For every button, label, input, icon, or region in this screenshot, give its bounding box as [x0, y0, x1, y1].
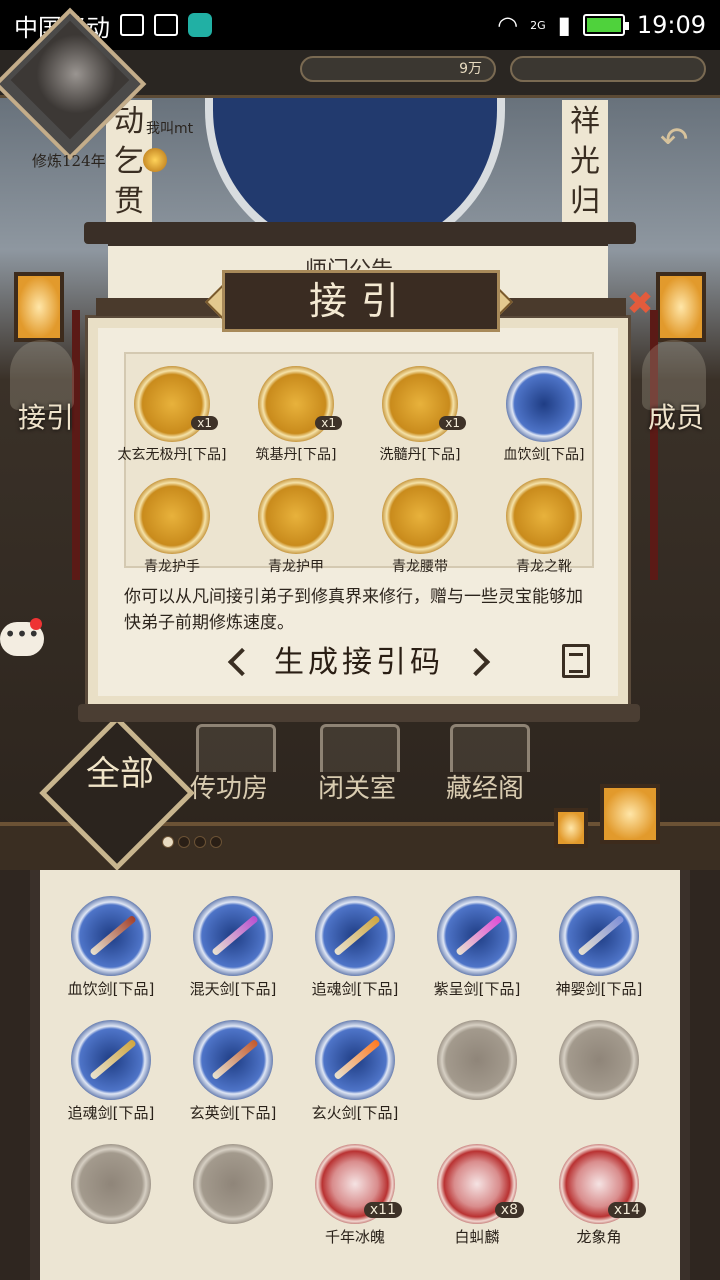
modal-base — [78, 704, 640, 722]
reward-item-icon — [258, 366, 334, 442]
reward-item[interactable]: 青龙护甲 — [234, 474, 358, 578]
reward-item-name: 青龙腰带 — [392, 559, 448, 575]
reward-item-icon — [134, 478, 210, 554]
generate-code-button[interactable]: 生成接引码 — [230, 642, 488, 686]
reward-grid: x1 太玄无极丹[下品] x1 筑基丹[下品] x1 洗髓丹[下品] 血饮剑[下品] 青龙护手… — [110, 362, 606, 578]
network-label: 2G — [530, 18, 546, 32]
modal-title: 接引 — [222, 270, 500, 332]
reward-item[interactable]: 青龙护手 — [110, 474, 234, 578]
clock: 19:09 — [636, 11, 706, 39]
reward-item-name: 筑基丹[下品] — [255, 447, 337, 463]
reward-item-name: 洗髓丹[下品] — [379, 447, 461, 463]
reward-item[interactable]: x1 筑基丹[下品] — [234, 362, 358, 466]
wifi-icon: ◠ — [497, 11, 519, 39]
document-icon[interactable] — [562, 644, 590, 678]
reward-item-count: x1 — [191, 416, 218, 430]
reward-item-name: 血饮剑[下品] — [503, 447, 585, 463]
app-icon — [188, 13, 212, 37]
reward-item-name: 青龙护手 — [144, 559, 200, 575]
keyboard-icon — [154, 14, 178, 36]
reward-item-icon — [134, 366, 210, 442]
reward-item-icon — [382, 478, 458, 554]
reward-item-count: x1 — [315, 416, 342, 430]
reward-item-icon — [506, 478, 582, 554]
reward-item[interactable]: 血饮剑[下品] — [482, 362, 606, 466]
reward-item[interactable]: x1 太玄无极丹[下品] — [110, 362, 234, 466]
reward-item-count: x1 — [439, 416, 466, 430]
modal-description: 你可以从凡间接引弟子到修真界来修行，赠与一些灵宝能够加快弟子前期修炼速度。 — [124, 587, 583, 633]
signal-icon: ▮ — [557, 11, 571, 39]
reward-item-icon — [382, 366, 458, 442]
reward-item-icon — [506, 366, 582, 442]
battery-icon — [582, 14, 629, 36]
reward-item[interactable]: x1 洗髓丹[下品] — [358, 362, 482, 466]
reward-item[interactable]: 青龙之靴 — [482, 474, 606, 578]
status-bar: 中国移动 ◠ 2G ▮ 19:09 — [0, 0, 720, 50]
reward-item-name: 青龙之靴 — [516, 559, 572, 575]
reward-item[interactable]: 青龙腰带 — [358, 474, 482, 578]
image-icon — [120, 14, 144, 36]
close-icon[interactable]: ✖ — [624, 287, 656, 320]
reward-item-icon — [258, 478, 334, 554]
reward-item-name: 青龙护甲 — [268, 559, 324, 575]
reward-item-name: 太玄无极丹[下品] — [117, 447, 227, 463]
